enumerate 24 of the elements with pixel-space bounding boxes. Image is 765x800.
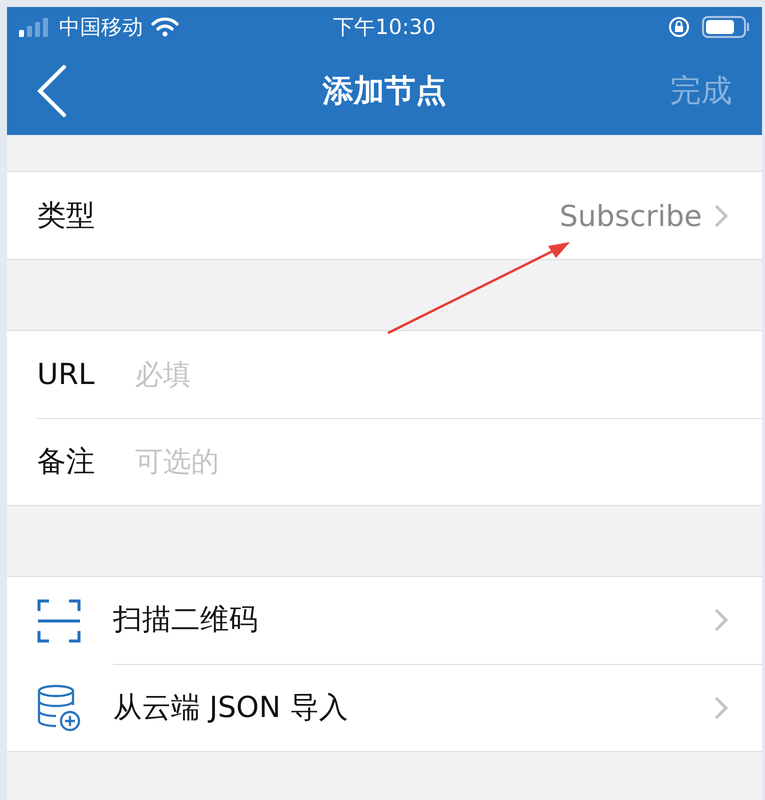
action-row[interactable]: 从云端 JSON 导入 xyxy=(7,664,762,751)
back-icon[interactable] xyxy=(37,65,67,117)
signal-icon xyxy=(19,17,51,37)
input-field[interactable]: 必填 xyxy=(133,348,728,400)
type-row[interactable]: 类型 Subscribe xyxy=(7,172,762,259)
type-value: Subscribe xyxy=(560,198,702,232)
scan-icon xyxy=(37,598,81,642)
database-add-icon xyxy=(37,684,81,732)
chevron-icon xyxy=(714,696,728,720)
type-label: 类型 xyxy=(37,196,95,234)
battery-icon xyxy=(702,16,750,38)
field-label: 备注 xyxy=(37,442,96,480)
page-title: 添加节点 xyxy=(322,72,446,111)
chevron-icon xyxy=(714,204,728,228)
rotation-lock-icon xyxy=(668,16,690,38)
action-row[interactable]: 扫描二维码 xyxy=(7,577,762,664)
status-time: 下午10:30 xyxy=(333,14,436,41)
action-label: 扫描二维码 xyxy=(113,601,258,638)
carrier-name: 中国移动 xyxy=(59,14,143,41)
field-label: URL xyxy=(37,357,96,391)
input-field[interactable]: 可选的 xyxy=(133,436,728,488)
action-label: 从云端 JSON 导入 xyxy=(113,688,348,726)
wifi-icon xyxy=(151,16,179,38)
chevron-icon xyxy=(714,608,728,632)
